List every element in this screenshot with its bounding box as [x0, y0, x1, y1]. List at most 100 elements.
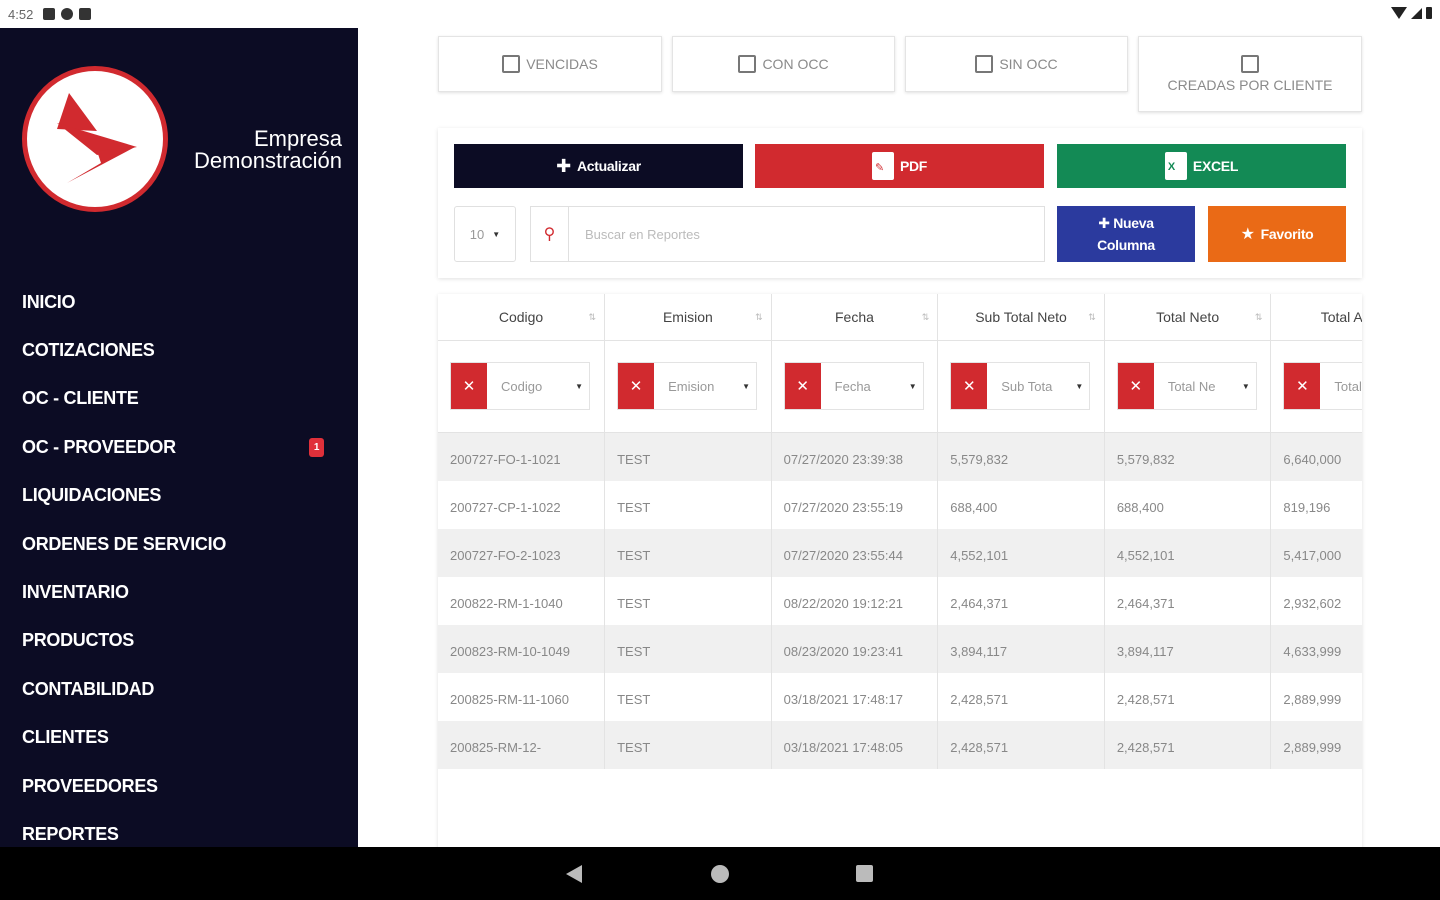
table-row[interactable]: 200825-RM-12- TEST 03/18/2021 17:48:05 2,42…: [438, 720, 1362, 769]
sidebar-item-inicio[interactable]: INICIO: [22, 278, 342, 326]
actualizar-button[interactable]: ✚ Actualizar: [454, 144, 743, 188]
sort-icon[interactable]: ⇅: [755, 312, 763, 323]
column-filter-select[interactable]: Total Ne ▼: [1154, 363, 1256, 409]
column-filter: ✕ Total Ne ▼: [1116, 362, 1257, 410]
column-filter: ✕ Fecha ▼: [783, 362, 924, 410]
table-row[interactable]: 200727-FO-1-1021 TEST 07/27/2020 23:39:38 5…: [438, 432, 1362, 481]
star-icon: ★: [1240, 226, 1255, 243]
sidebar-item-liquidaciones[interactable]: LIQUIDACIONES: [22, 472, 342, 520]
sort-icon[interactable]: ⇅: [589, 312, 597, 323]
table-header-row: Codigo ⇅ Emision ⇅ Fecha ⇅ Sub Total Neto ⇅ Tota…: [438, 294, 1362, 341]
pdf-button[interactable]: ✎ PDF: [755, 144, 1044, 188]
sidebar-item-proveedores[interactable]: PROVEEDORES: [22, 762, 342, 810]
filter-creadas-por-cliente[interactable]: CREADAS POR CLIENTE: [1138, 36, 1362, 112]
clear-filter-button[interactable]: ✕: [951, 363, 988, 409]
table-row[interactable]: 200727-CP-1-1022 TEST 07/27/2020 23:55:19 6…: [438, 480, 1362, 529]
table-cell: 2,464,371: [1104, 576, 1272, 625]
sidebar-item-ordenes-de-servicio[interactable]: ORDENES DE SERVICIO: [22, 520, 342, 568]
clear-filter-button[interactable]: ✕: [784, 363, 821, 409]
sidebar-item-contabilidad[interactable]: CONTABILIDAD: [22, 665, 342, 713]
sidebar-item-label: PRODUCTOS: [22, 630, 134, 651]
checkbox[interactable]: [502, 55, 521, 73]
button-label-line1: Nueva: [1113, 215, 1154, 231]
table-cell: 2,428,571: [1104, 672, 1272, 721]
sidebar-item-reportes[interactable]: REPORTES: [22, 810, 342, 847]
clear-filter-button[interactable]: ✕: [1284, 363, 1321, 409]
excel-file-icon: X: [1164, 152, 1187, 180]
sidebar-item-label: CONTABILIDAD: [22, 678, 155, 699]
sidebar-item-label: ORDENES DE SERVICIO: [22, 533, 227, 554]
sidebar-item-cotizaciones[interactable]: COTIZACIONES: [22, 326, 342, 374]
table-row[interactable]: 200727-FO-2-1023 TEST 07/27/2020 23:55:44 4…: [438, 528, 1362, 577]
filter-con-occ[interactable]: CON OCC: [672, 36, 895, 92]
plus-icon: ✚: [1098, 215, 1110, 231]
column-filter-cell: ✕ Fecha ▼: [771, 340, 939, 433]
filter-placeholder: Sub Tota: [1001, 378, 1053, 394]
sidebar-menu: INICIO COTIZACIONES OC - CLIENTE OC - PR…: [22, 278, 342, 847]
clear-filter-button[interactable]: ✕: [451, 363, 487, 409]
navigation-bar: [0, 847, 1440, 900]
column-header[interactable]: Codigo ⇅: [438, 294, 606, 341]
favorito-button[interactable]: ★ Favorito: [1208, 206, 1346, 262]
table-cell: 4,552,101: [937, 528, 1105, 577]
column-filter-select[interactable]: Sub Tota ▼: [987, 363, 1089, 409]
notification-icon: [43, 8, 56, 20]
search-input[interactable]: [569, 207, 1044, 261]
column-header[interactable]: Total Neto ⇅: [1104, 294, 1272, 341]
sidebar-item-inventario[interactable]: INVENTARIO: [22, 568, 342, 616]
wifi-icon: [1391, 7, 1407, 19]
table-cell: 3,894,117: [1104, 624, 1272, 673]
sidebar-item-oc-cliente[interactable]: OC - CLIENTE: [22, 375, 342, 423]
column-filter-select[interactable]: Fecha ▼: [821, 363, 923, 409]
caret-down-icon: ▼: [575, 381, 583, 391]
column-header[interactable]: Total APag⇅: [1270, 294, 1362, 341]
sidebar: Empresa Demonstración INICIO COTIZACIONE…: [0, 28, 358, 847]
table-row[interactable]: 200823-RM-10-1049 TEST 08/23/2020 19:23:41…: [438, 624, 1362, 673]
column-header[interactable]: Fecha ⇅: [771, 294, 939, 341]
button-label: Favorito: [1260, 226, 1314, 242]
column-header[interactable]: Sub Total Neto ⇅: [937, 294, 1105, 341]
sort-icon[interactable]: ⇅: [1088, 312, 1096, 323]
sidebar-item-label: OC - CLIENTE: [22, 388, 139, 409]
sidebar-item-oc-proveedor[interactable]: OC - PROVEEDOR 1: [22, 423, 342, 471]
column-filter-select[interactable]: Emision ▼: [654, 363, 756, 409]
checkbox[interactable]: [738, 55, 757, 73]
filter-vencidas[interactable]: VENCIDAS: [438, 36, 662, 92]
excel-button[interactable]: X EXCEL: [1057, 144, 1346, 188]
column-header-label: Codigo: [498, 308, 544, 325]
filter-label: SIN OCC: [999, 56, 1058, 72]
column-filter-select[interactable]: Total A▼: [1320, 363, 1362, 409]
battery-icon: [1426, 7, 1432, 19]
column-filter-select[interactable]: Codigo ▼: [487, 363, 589, 409]
filter-placeholder: Fecha: [834, 378, 871, 394]
filter-sin-occ[interactable]: SIN OCC: [905, 36, 1128, 92]
brand-name: Empresa Demonstración: [166, 128, 342, 172]
recent-apps-icon[interactable]: [856, 865, 873, 882]
sort-icon[interactable]: ⇅: [922, 312, 930, 323]
main-content: VENCIDAS CON OCC SIN OCC CREADAS POR CLI…: [358, 28, 1440, 847]
checkbox[interactable]: [975, 55, 994, 73]
table-cell: 200823-RM-10-1049: [438, 624, 606, 673]
back-icon[interactable]: [566, 865, 582, 883]
table-cell: 07/27/2020 23:39:38: [771, 432, 939, 481]
table-cell: TEST: [604, 720, 772, 769]
filter-label: CON OCC: [762, 56, 829, 72]
filter-label: VENCIDAS: [526, 56, 598, 72]
sort-icon[interactable]: ⇅: [1255, 312, 1263, 323]
signal-icon: [1411, 7, 1422, 19]
home-icon[interactable]: [711, 865, 729, 883]
sidebar-item-productos[interactable]: PRODUCTOS: [22, 617, 342, 665]
clear-filter-button[interactable]: ✕: [1117, 363, 1154, 409]
clear-filter-button[interactable]: ✕: [618, 363, 655, 409]
column-filter-cell: ✕Total A▼: [1270, 340, 1362, 433]
nueva-columna-button[interactable]: ✚ Nueva Columna: [1057, 206, 1195, 262]
table-cell: 4,552,101: [1104, 528, 1272, 577]
checkbox[interactable]: [1241, 55, 1259, 73]
table-cell: 2,428,571: [1104, 720, 1272, 769]
sidebar-item-clientes[interactable]: CLIENTES: [22, 714, 342, 762]
column-header[interactable]: Emision ⇅: [604, 294, 772, 341]
table-row[interactable]: 200825-RM-11-1060 TEST 03/18/2021 17:48:17…: [438, 672, 1362, 721]
button-label: EXCEL: [1192, 158, 1239, 174]
table-row[interactable]: 200822-RM-1-1040 TEST 08/22/2020 19:12:21 2…: [438, 576, 1362, 625]
page-size-select[interactable]: 10 ▼: [454, 206, 516, 262]
